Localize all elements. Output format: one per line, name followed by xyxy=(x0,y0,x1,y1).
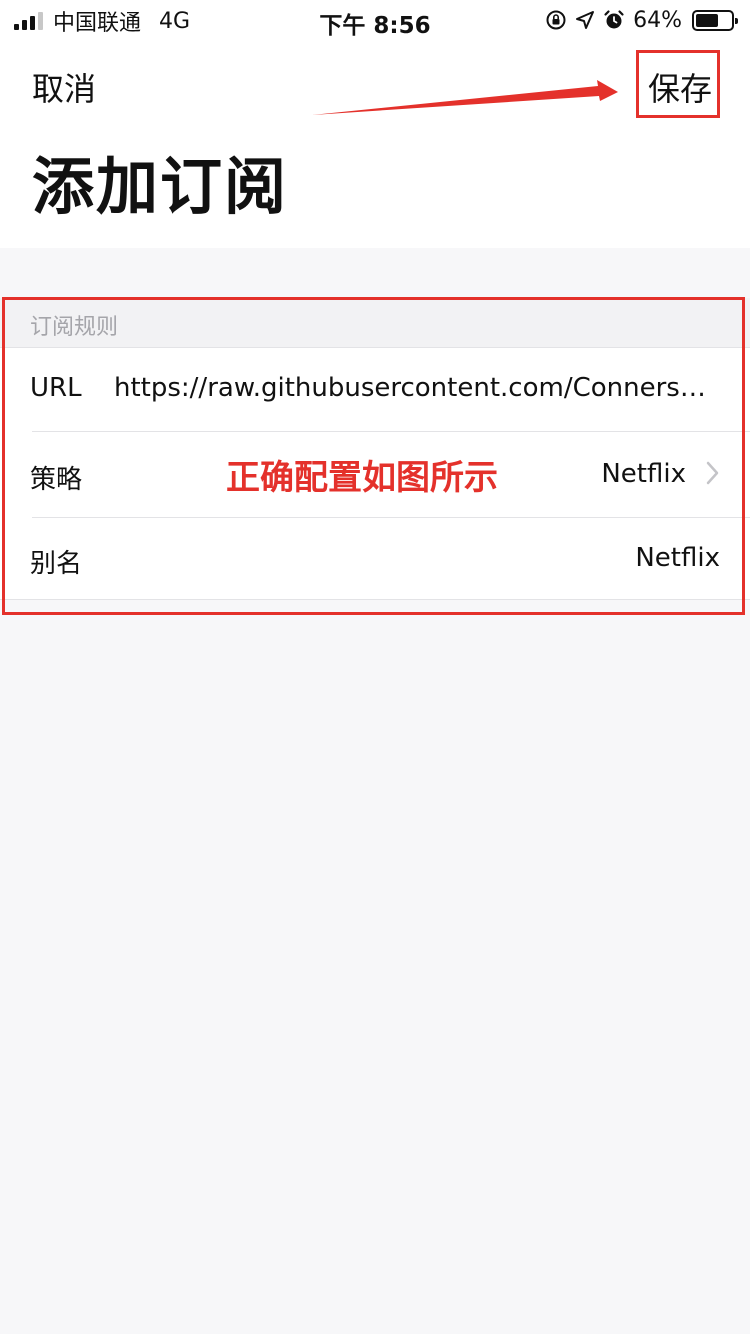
status-right: 64% xyxy=(545,7,738,33)
page-title: 添加订阅 xyxy=(32,150,289,223)
alias-value[interactable]: Netflix xyxy=(635,543,720,573)
battery-icon xyxy=(692,9,738,31)
alias-row[interactable]: 别名 Netflix xyxy=(0,518,750,600)
battery-percent: 64% xyxy=(633,7,682,33)
cancel-button[interactable]: 取消 xyxy=(32,64,96,110)
policy-value: Netflix xyxy=(601,459,686,489)
alias-label: 别名 xyxy=(30,549,83,579)
policy-label: 策略 xyxy=(30,465,83,495)
url-label: URL xyxy=(30,373,82,403)
orientation-lock-icon xyxy=(546,10,566,30)
save-button[interactable]: 保存 xyxy=(648,64,712,110)
alarm-icon xyxy=(604,10,624,29)
url-row[interactable]: URL https://raw.githubusercontent.com/Co… xyxy=(0,348,750,432)
section-header: 订阅规则 xyxy=(0,298,750,348)
url-value[interactable]: https://raw.githubusercontent.com/Conner… xyxy=(114,373,720,403)
location-icon xyxy=(576,11,595,29)
status-bar: 中国联通 4G 下午 8:56 64% xyxy=(0,0,750,40)
nav-header: 取消 保存 添加订阅 xyxy=(0,40,750,248)
section-title: 订阅规则 xyxy=(30,315,119,340)
annotation-note: 正确配置如图所示 xyxy=(226,458,498,498)
chevron-right-icon xyxy=(706,461,719,485)
